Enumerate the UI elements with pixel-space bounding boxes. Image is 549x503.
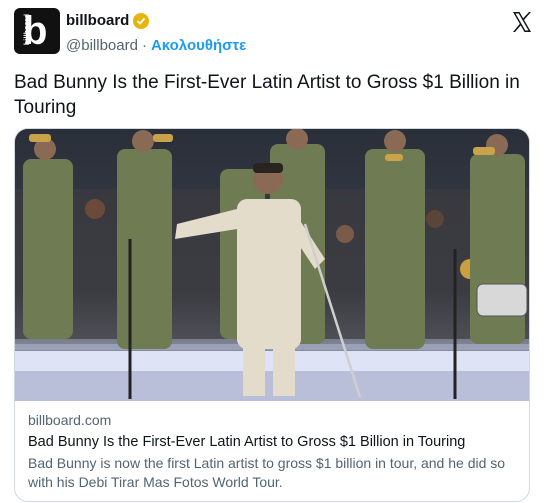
article-photo[interactable] [15, 129, 529, 401]
link-description: Bad Bunny is now the first Latin artist … [28, 455, 506, 490]
link-domain[interactable]: billboard.com [28, 412, 518, 428]
follow-button[interactable]: Ακολουθήστε [151, 37, 246, 54]
account-avatar[interactable]: billboard b [14, 8, 60, 54]
link-card[interactable]: billboard.com Bad Bunny Is the First-Eve… [14, 128, 530, 502]
x-logo-icon[interactable] [510, 10, 534, 34]
link-card-meta: billboard.com Bad Bunny Is the First-Eve… [28, 412, 518, 492]
account-handle[interactable]: @billboard [66, 37, 138, 54]
separator-dot: · [141, 37, 147, 54]
name-row: billboard [66, 12, 150, 29]
avatar-letter: b [23, 9, 48, 53]
account-name[interactable]: billboard [66, 12, 129, 29]
link-title[interactable]: Bad Bunny Is the First-Ever Latin Artist… [28, 434, 518, 450]
verified-badge-icon [133, 12, 150, 29]
handle-row: @billboard · Ακολουθήστε [66, 37, 246, 54]
post-title: Bad Bunny Is the First-Ever Latin Artist… [14, 72, 520, 118]
post-header: billboard b billboard @billboard · Ακολο… [14, 8, 534, 58]
